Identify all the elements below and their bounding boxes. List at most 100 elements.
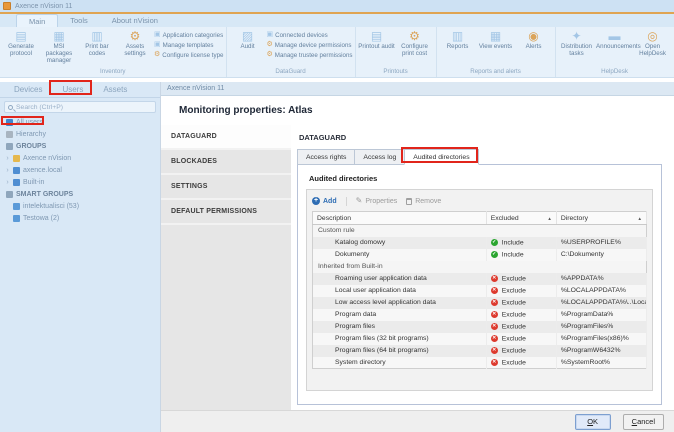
ribbon-button-announcements[interactable]: ▬Announcements (596, 28, 634, 50)
tree-item-intelektualisci-53[interactable]: intelektualisci (53) (0, 200, 160, 212)
tab-access-log[interactable]: Access log (354, 149, 405, 165)
ribbon-button-configure-license-type[interactable]: ⚙Configure license type (154, 50, 224, 60)
ribbon-button-assets-settings[interactable]: ⚙Assets settings (116, 28, 154, 57)
cell-description: Roaming user application data (313, 273, 487, 285)
ribbon-button-manage-trustee-permissions[interactable]: ⚙Manage trustee permissions (267, 50, 353, 60)
table-group-row: Custom rule (313, 225, 647, 237)
table-row[interactable]: Program files✕Exclude%ProgramFiles% (313, 321, 647, 333)
tree-item-built-in[interactable]: ›Built-in (0, 176, 160, 188)
ribbon-button-print-bar-codes[interactable]: ▥Print bar codes (78, 28, 116, 57)
tree-item-axence-local[interactable]: ›axence.local (0, 164, 160, 176)
tree-item-all-users[interactable]: All users (0, 116, 160, 128)
tree-item-testowa-2[interactable]: Testowa (2) (0, 212, 160, 224)
monitoring-properties-dialog: Axence nVision 11 Monitoring properties:… (160, 82, 674, 432)
table-row[interactable]: Local user application data✕Exclude%LOCA… (313, 285, 647, 297)
column-header-description[interactable]: Description (313, 212, 487, 225)
dialog-nav-default-permissions[interactable]: DEFAULT PERMISSIONS (161, 200, 291, 225)
app-icon (3, 2, 11, 10)
ribbon-button-manage-device-permissions[interactable]: ⚙Manage device permissions (267, 40, 353, 50)
trash-icon (406, 198, 412, 205)
ribbon-button-connected-devices[interactable]: ▣Connected devices (267, 30, 353, 40)
cell-excluded: ✓Include (486, 237, 556, 249)
dataguard-tabs: Access rightsAccess logAudited directori… (297, 149, 662, 165)
add-button[interactable]: +Add (312, 197, 337, 205)
tab-audited-directories[interactable]: Audited directories (404, 149, 478, 165)
table-row[interactable]: Katalog domowy✓Include%USERPROFILE% (313, 237, 647, 249)
gear-icon: ⚙ (409, 29, 420, 43)
ribbon-group-inventory: ▤Generate protocol▦MSI packages manager▥… (0, 27, 227, 77)
bubble-icon: ▬ (609, 29, 621, 43)
cancel-button[interactable]: Cancel (623, 414, 664, 430)
ribbon-button-open-helpdesk[interactable]: ◎Open HelpDesk (634, 28, 672, 57)
tree-item-groups[interactable]: GROUPS (0, 140, 160, 152)
smart-icon (13, 215, 20, 222)
cell-excluded: ✕Exclude (486, 297, 556, 309)
cell-excluded: ✕Exclude (486, 333, 556, 345)
column-header-excluded[interactable]: Excluded▲ (486, 212, 556, 225)
ok-button[interactable]: OK (575, 414, 611, 430)
dialog-nav-blockades[interactable]: BLOCKADES (161, 150, 291, 175)
toolbar-separator (346, 197, 347, 206)
properties-button[interactable]: ✎Properties (356, 197, 398, 205)
include-icon: ✓ (491, 239, 498, 246)
cell-directory: C:\Dokumenty (556, 249, 646, 261)
ribbon-button-alerts[interactable]: ◉Alerts (515, 28, 553, 50)
table-row[interactable]: Dokumenty✓IncludeC:\Dokumenty (313, 249, 647, 261)
search-icon (8, 105, 13, 110)
ribbon-button-distribution-tasks[interactable]: ✦Distribution tasks (558, 28, 596, 57)
ribbon-button-audit[interactable]: ▨Audit (229, 28, 267, 50)
sort-asc-icon: ▲ (638, 216, 642, 221)
column-header-directory[interactable]: Directory▲ (556, 212, 646, 225)
ribbon-button-generate-protocol[interactable]: ▤Generate protocol (2, 28, 40, 57)
remove-button[interactable]: Remove (406, 198, 441, 205)
smart-icon (13, 203, 20, 210)
tree-item-axence-nvision[interactable]: ›Axence nVision (0, 152, 160, 164)
menu-tab-about-nvision[interactable]: About nVision (100, 14, 170, 27)
table-row[interactable]: Low access level application data✕Exclud… (313, 297, 647, 309)
tree-item-hierarchy[interactable]: Hierarchy (0, 128, 160, 140)
dialog-nav-settings[interactable]: SETTINGS (161, 175, 291, 200)
tab-access-rights[interactable]: Access rights (297, 149, 355, 165)
dialog-nav-dataguard[interactable]: DATAGUARD (161, 125, 291, 150)
ribbon-group-dataguard: ▨Audit▣Connected devices⚙Manage device p… (227, 27, 356, 77)
menu-tab-main[interactable]: Main (16, 14, 58, 27)
exclude-icon: ✕ (491, 275, 498, 282)
sidebar-tab-assets[interactable]: Assets (93, 82, 137, 97)
table-row[interactable]: System directory✕Exclude%SystemRoot% (313, 357, 647, 369)
cell-directory: %LOCALAPPDATA%\..\LocalLow (556, 297, 646, 309)
dialog-body: DATAGUARDBLOCKADESSETTINGSDEFAULT PERMIS… (161, 125, 674, 410)
dialog-footer: OK Cancel (161, 410, 674, 432)
menu-tab-tools[interactable]: Tools (58, 14, 100, 27)
cell-description: Katalog domowy (313, 237, 487, 249)
ribbon-button-printout-audit[interactable]: ▤Printout audit (358, 28, 396, 50)
cell-directory: %ProgramFiles% (556, 321, 646, 333)
ribbon-group-reports-and-alerts: ▥Reports▦View events◉AlertsReports and a… (437, 27, 556, 77)
sidebar-tab-devices[interactable]: Devices (4, 82, 52, 97)
cell-excluded: ✕Exclude (486, 321, 556, 333)
cell-description: System directory (313, 357, 487, 369)
ribbon-group-label: DataGuard (229, 67, 353, 77)
cell-directory: %ProgramData% (556, 309, 646, 321)
ribbon-button-configure-print-cost[interactable]: ⚙Configure print cost (396, 28, 434, 57)
table-row[interactable]: Program files (64 bit programs)✕Exclude%… (313, 345, 647, 357)
table-row[interactable]: Program data✕Exclude%ProgramData% (313, 309, 647, 321)
table-row[interactable]: Roaming user application data✕Exclude%AP… (313, 273, 647, 285)
ribbon-button-manage-templates[interactable]: ▣Manage templates (154, 40, 224, 50)
ribbon: ▤Generate protocol▦MSI packages manager▥… (0, 27, 674, 78)
exclude-icon: ✕ (491, 299, 498, 306)
ribbon-button-application-categories[interactable]: ▣Application categories (154, 30, 224, 40)
ribbon-button-reports[interactable]: ▥Reports (439, 28, 477, 50)
tree-item-smart-groups[interactable]: SMART GROUPS (0, 188, 160, 200)
ribbon-button-msi-packages-manager[interactable]: ▦MSI packages manager (40, 28, 78, 64)
add-icon: + (312, 197, 320, 205)
ribbon-button-view-events[interactable]: ▦View events (477, 28, 515, 50)
cell-directory: %ProgramFiles(x86)% (556, 333, 646, 345)
table-row[interactable]: Program files (32 bit programs)✕Exclude%… (313, 333, 647, 345)
search-input[interactable]: Search (Ctrl+P) (4, 101, 156, 113)
include-icon: ✓ (491, 251, 498, 258)
sidebar-tab-users[interactable]: Users (52, 82, 93, 97)
cell-excluded: ✕Exclude (486, 309, 556, 321)
printer-icon: ▤ (371, 29, 382, 43)
exclude-icon: ✕ (491, 287, 498, 294)
cell-excluded: ✕Exclude (486, 273, 556, 285)
